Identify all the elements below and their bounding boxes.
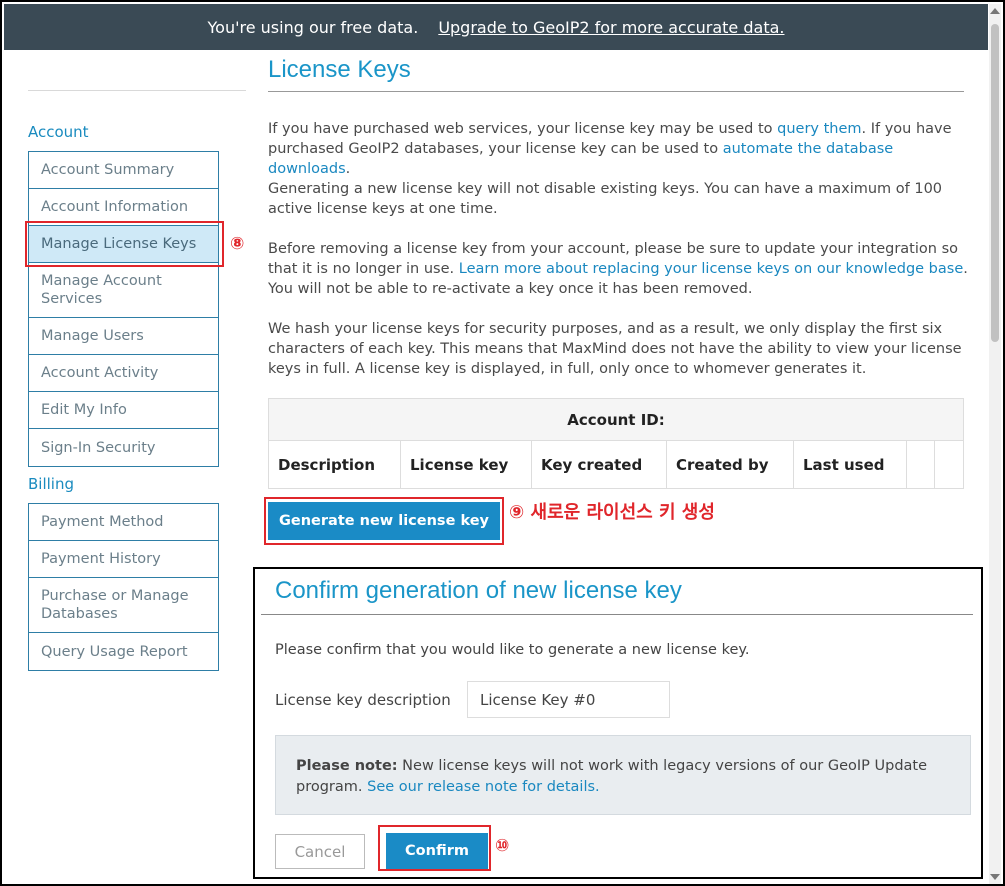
scroll-up-arrow-icon[interactable] [990, 8, 1000, 14]
license-keys-table: Account ID: Description License key Key … [268, 398, 964, 489]
scrollbar-thumb[interactable] [991, 24, 999, 342]
note-bold-label: Please note: [296, 758, 398, 774]
page-title: License Keys [268, 56, 411, 83]
sidebar-item-payment-history[interactable]: Payment History [29, 541, 218, 578]
removal-paragraph: Before removing a license key from your … [268, 239, 968, 299]
sidebar-heading-billing: Billing [28, 475, 74, 493]
sidebar-item-payment-method[interactable]: Payment Method [29, 504, 218, 541]
column-key-created: Key created [532, 441, 667, 488]
intro-text-a: If you have purchased web services, your… [268, 121, 778, 137]
highlight-generate-button [264, 497, 504, 545]
banner-text: You're using our free data. [207, 17, 419, 37]
sidebar-top-divider [28, 90, 246, 91]
cancel-button[interactable]: Cancel [275, 834, 365, 869]
highlight-confirm-button [378, 825, 491, 871]
sidebar-heading-account: Account [28, 123, 89, 141]
modal-prompt: Please confirm that you would like to ge… [275, 642, 750, 658]
sidebar-item-account-summary[interactable]: Account Summary [29, 152, 218, 189]
knowledge-base-link[interactable]: Learn more about replacing your license … [459, 261, 964, 277]
legacy-note: Please note: New license keys will not w… [275, 735, 971, 815]
table-header-row: Description License key Key created Crea… [269, 441, 963, 488]
account-nav: Account Summary Account Information Mana… [28, 151, 219, 467]
sidebar-item-edit-my-info[interactable]: Edit My Info [29, 392, 218, 429]
confirm-modal: Confirm generation of new license key Pl… [253, 567, 983, 879]
sidebar-item-sign-in-security[interactable]: Sign-In Security [29, 429, 218, 466]
column-action-2 [935, 441, 963, 488]
column-last-used: Last used [794, 441, 907, 488]
table-account-id-header: Account ID: [269, 399, 963, 441]
column-license-key: License key [401, 441, 532, 488]
sidebar-item-manage-account-services[interactable]: Manage Account Services [29, 263, 218, 318]
modal-title: Confirm generation of new license key [275, 577, 682, 604]
release-note-link[interactable]: See our release note for details. [367, 779, 600, 795]
highlight-manage-license-keys [25, 221, 224, 267]
modal-divider [261, 614, 973, 615]
sidebar-item-purchase-databases[interactable]: Purchase or Manage Databases [29, 578, 218, 633]
free-data-banner: You're using our free data. Upgrade to G… [4, 4, 988, 50]
upgrade-link[interactable]: Upgrade to GeoIP2 for more accurate data… [438, 18, 784, 37]
column-created-by: Created by [667, 441, 794, 488]
column-description: Description [269, 441, 401, 488]
scroll-down-arrow-icon[interactable] [990, 874, 1000, 880]
sidebar-item-query-usage-report[interactable]: Query Usage Report [29, 633, 218, 670]
title-divider [268, 91, 964, 92]
license-description-input[interactable]: License Key #0 [467, 681, 670, 718]
annotation-step-9: ⑨ 새로운 라이선스 키 생성 [509, 502, 715, 523]
billing-nav: Payment Method Payment History Purchase … [28, 503, 219, 671]
intro-text-c: . [345, 161, 351, 177]
page-scrollbar[interactable] [989, 4, 1001, 884]
column-action-1 [907, 441, 935, 488]
query-them-link[interactable]: query them [777, 121, 861, 137]
limit-paragraph: Generating a new license key will not di… [268, 181, 943, 217]
annotation-step-10: ⑩ [495, 836, 510, 856]
sidebar-item-manage-users[interactable]: Manage Users [29, 318, 218, 355]
description-label: License key description [275, 691, 451, 709]
intro-paragraph: If you have purchased web services, your… [268, 119, 968, 179]
sidebar-item-account-activity[interactable]: Account Activity [29, 355, 218, 392]
hashing-paragraph: We hash your license keys for security p… [268, 321, 962, 377]
annotation-step-8: ⑧ [230, 234, 245, 254]
